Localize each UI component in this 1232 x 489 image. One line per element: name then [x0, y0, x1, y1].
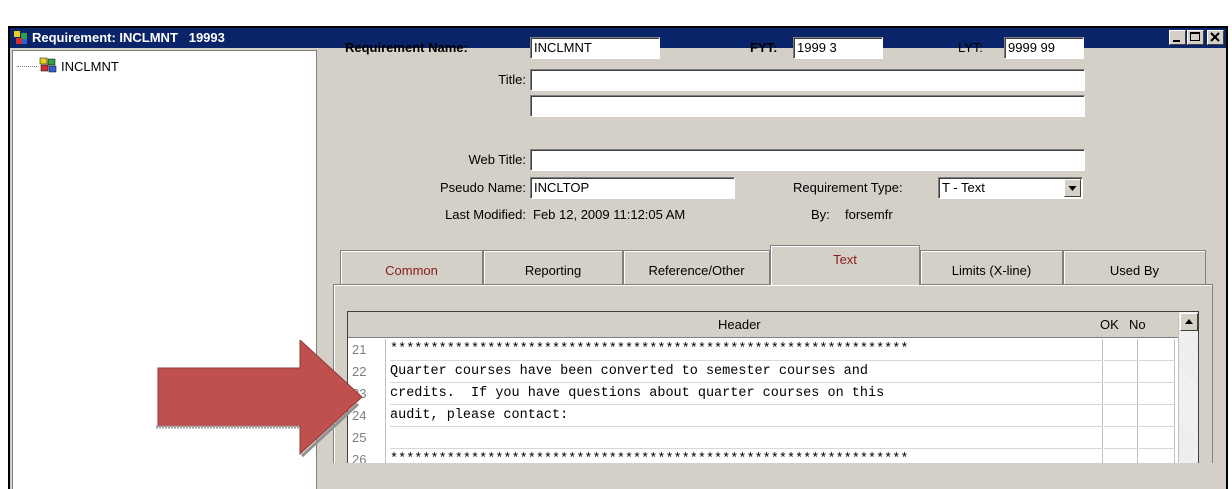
table-row[interactable]: 24 audit, please contact: [348, 405, 1183, 427]
tab-text[interactable]: Text [770, 245, 920, 285]
by-label: By: [811, 207, 830, 222]
window-title: Requirement: INCLMNT 19993 [32, 30, 225, 45]
line-text[interactable] [390, 427, 1103, 449]
last-modified-label: Last Modified: [445, 207, 526, 222]
no-cell[interactable] [1139, 427, 1175, 449]
minimize-icon [1173, 40, 1180, 42]
lyt-label: LYT: [958, 40, 984, 55]
no-column-label[interactable]: No [1129, 317, 1146, 332]
tab-reporting[interactable]: Reporting [483, 250, 623, 284]
text-grid[interactable]: Header OK No 21 ************************… [347, 311, 1199, 463]
last-modified-value: Feb 12, 2009 11:12:05 AM [533, 207, 686, 222]
ok-column-label[interactable]: OK [1100, 317, 1119, 332]
no-cell[interactable] [1139, 383, 1175, 405]
tree-item-root[interactable]: INCLMNT [17, 57, 119, 75]
requirement-tree-icon [39, 57, 57, 76]
line-text[interactable]: Quarter courses have been converted to s… [390, 361, 1103, 383]
ok-cell[interactable] [1104, 449, 1138, 463]
web-title-field[interactable] [530, 149, 1085, 171]
tree-item-label: INCLMNT [61, 58, 119, 74]
maximize-icon [1190, 32, 1200, 41]
minimize-button[interactable] [1169, 30, 1186, 45]
line-number: 22 [348, 361, 386, 383]
fyt-field[interactable]: 1999 3 [793, 37, 883, 59]
line-number: 25 [348, 427, 386, 449]
web-title-label: Web Title: [468, 152, 526, 167]
header-column-label[interactable]: Header [718, 317, 761, 332]
ok-cell[interactable] [1104, 383, 1138, 405]
title-field[interactable] [530, 69, 1085, 91]
no-cell[interactable] [1139, 449, 1175, 463]
requirement-name-field[interactable]: INCLMNT [530, 37, 660, 59]
tab-limits-x-line[interactable]: Limits (X-line) [920, 250, 1063, 284]
requirement-type-select[interactable]: T - Text [938, 177, 1083, 199]
app-icon [13, 30, 29, 46]
fyt-label: FYT: [750, 40, 778, 55]
tab-reference-other[interactable]: Reference/Other [623, 250, 770, 284]
vertical-scrollbar[interactable] [1178, 312, 1198, 463]
line-text[interactable]: audit, please contact: [390, 405, 1103, 427]
ok-cell[interactable] [1104, 361, 1138, 383]
lyt-field[interactable]: 9999 99 [1004, 37, 1084, 59]
no-cell[interactable] [1139, 361, 1175, 383]
close-button[interactable] [1207, 30, 1224, 45]
chevron-down-icon [1068, 186, 1077, 191]
scroll-up-button[interactable] [1180, 313, 1198, 331]
no-cell[interactable] [1139, 339, 1175, 361]
no-cell[interactable] [1139, 405, 1175, 427]
by-value: forsemfr [845, 207, 893, 222]
requirement-type-label: Requirement Type: [793, 180, 903, 195]
maximize-button[interactable] [1187, 30, 1204, 45]
pseudo-name-field[interactable]: INCLTOP [530, 177, 735, 199]
table-row[interactable]: 22 Quarter courses have been converted t… [348, 361, 1183, 383]
tree-connector [17, 65, 37, 67]
table-row[interactable]: 23 credits. If you have questions about … [348, 383, 1183, 405]
line-text[interactable]: credits. If you have questions about qua… [390, 383, 1103, 405]
close-icon [1210, 32, 1220, 42]
line-text[interactable]: ****************************************… [390, 339, 1103, 361]
line-number: 24 [348, 405, 386, 427]
grid-header: Header OK No [348, 312, 1198, 338]
table-row[interactable]: 25 [348, 427, 1183, 449]
line-number: 23 [348, 383, 386, 405]
title-label: Title: [498, 72, 526, 87]
ok-cell[interactable] [1104, 405, 1138, 427]
line-number: 21 [348, 339, 386, 361]
line-number: 26 [348, 449, 386, 463]
dropdown-button[interactable] [1064, 179, 1081, 197]
requirement-name-label: Requirement Name: [345, 40, 468, 55]
tab-used-by[interactable]: Used By [1063, 250, 1206, 284]
pseudo-name-label: Pseudo Name: [440, 180, 526, 195]
requirement-tree[interactable]: INCLMNT [12, 50, 317, 489]
scroll-up-icon [1185, 319, 1193, 324]
line-text[interactable]: ****************************************… [390, 449, 1103, 463]
table-row[interactable]: 21 *************************************… [348, 339, 1183, 361]
title-line2-field[interactable] [530, 95, 1085, 117]
ok-cell[interactable] [1104, 427, 1138, 449]
ok-cell[interactable] [1104, 339, 1138, 361]
tab-common[interactable]: Common [340, 250, 483, 284]
table-row[interactable]: 26 *************************************… [348, 449, 1183, 463]
requirement-type-value: T - Text [942, 180, 985, 195]
